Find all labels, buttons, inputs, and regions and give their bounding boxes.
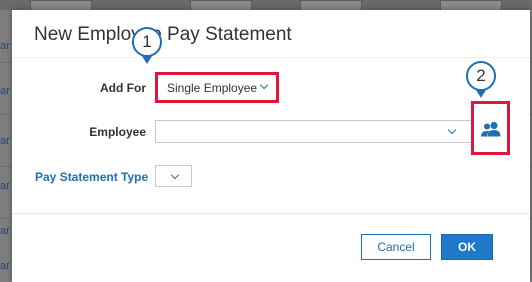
background-row-text: ar — [0, 260, 10, 272]
add-for-value: Single Employee — [167, 81, 258, 95]
title-divider — [12, 57, 530, 58]
background-row-text: ar — [0, 180, 10, 192]
callout-pointer — [476, 90, 486, 98]
ok-button[interactable]: OK — [441, 234, 493, 260]
background-header — [0, 0, 532, 11]
chevron-down-icon — [259, 80, 269, 90]
background-row-text: ar — [0, 85, 10, 97]
employee-lookup-button[interactable] — [477, 116, 504, 142]
footer-divider — [12, 213, 530, 214]
chevron-down-icon — [447, 125, 457, 135]
employee-label: Employee — [89, 125, 146, 139]
background-row-text: ar — [0, 225, 10, 237]
pay-statement-type-select[interactable] — [155, 165, 192, 187]
background-row-text: ar — [0, 135, 10, 147]
callout-number: 2 — [476, 66, 486, 85]
pay-statement-type-label: Pay Statement Type — [35, 170, 149, 184]
chevron-down-icon — [170, 170, 180, 180]
add-for-select[interactable]: Single Employee — [158, 75, 276, 100]
people-icon — [480, 121, 500, 137]
background-row-text: ar — [0, 40, 10, 52]
add-for-label: Add For — [100, 81, 146, 95]
dialog-title: New Employee Pay Statement — [34, 24, 292, 45]
callout-number: 1 — [142, 32, 152, 51]
pay-statement-dialog: New Employee Pay Statement 1 Add For Sin… — [12, 10, 530, 282]
callout-badge-2: 2 — [466, 61, 496, 91]
employee-select[interactable] — [155, 120, 472, 143]
cancel-button[interactable]: Cancel — [361, 234, 431, 260]
callout-pointer — [142, 56, 152, 64]
callout-badge-1: 1 — [132, 27, 162, 57]
